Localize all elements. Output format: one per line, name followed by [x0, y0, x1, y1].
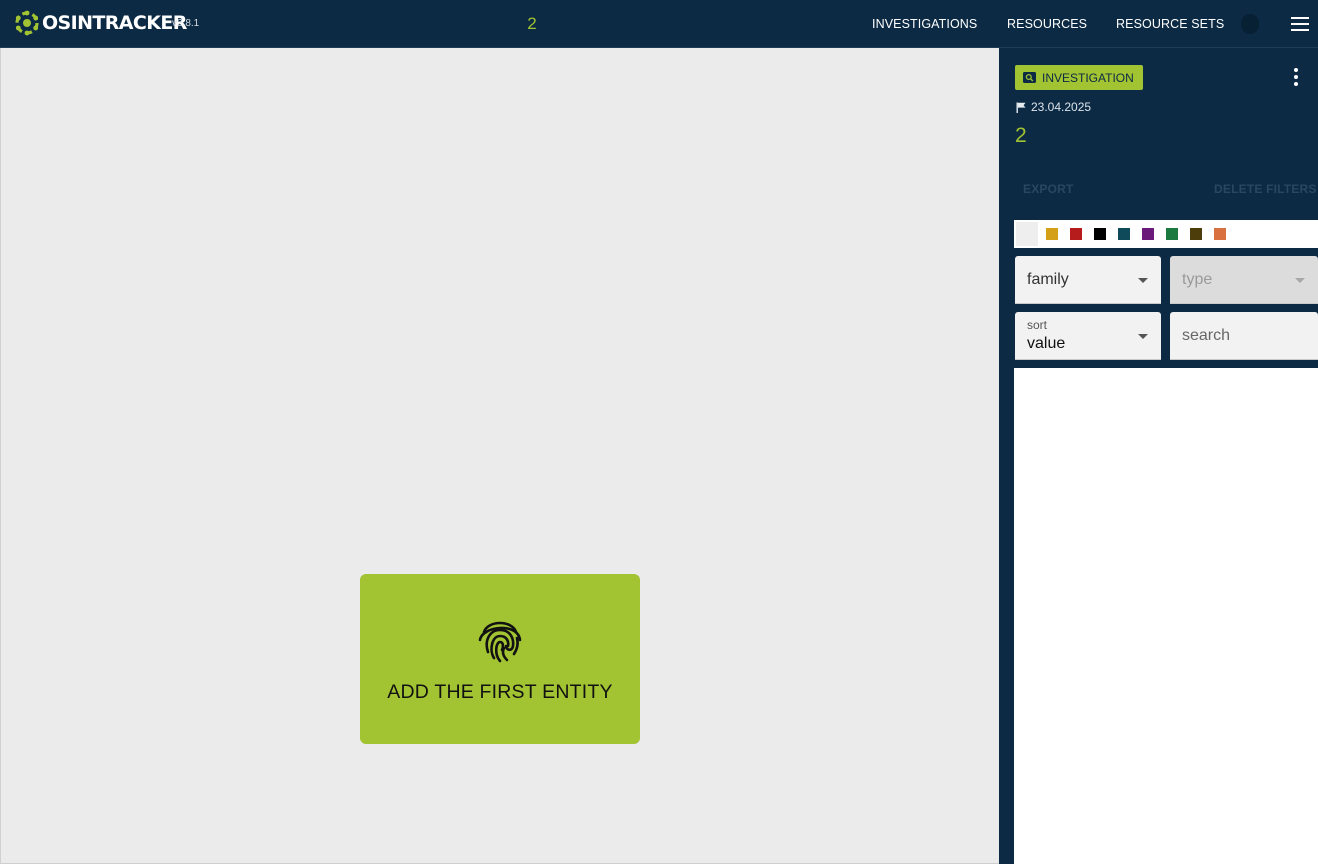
- graph-canvas[interactable]: ADD THE FIRST ENTITY: [0, 48, 999, 864]
- type-select: type: [1170, 256, 1318, 304]
- app-name: OSINTRACKER: [42, 12, 187, 34]
- flag-icon: [1016, 102, 1026, 113]
- nav-resources[interactable]: RESOURCES: [1007, 17, 1087, 31]
- nav-investigations[interactable]: INVESTIGATIONS: [872, 17, 977, 31]
- investigation-panel: INVESTIGATION 23.04.2025 2 EXPORT DELETE…: [999, 48, 1318, 864]
- family-select-placeholder: family: [1027, 271, 1069, 288]
- color-filter-bar: [1014, 220, 1318, 248]
- type-select-placeholder: type: [1182, 271, 1213, 288]
- export-button[interactable]: EXPORT: [1023, 182, 1074, 196]
- color-filter-swatch[interactable]: [1214, 228, 1226, 240]
- add-first-entity-label: ADD THE FIRST ENTITY: [387, 681, 613, 703]
- more-options-icon[interactable]: [1292, 68, 1300, 86]
- sort-select-value: value: [1027, 335, 1066, 352]
- delete-filters-button[interactable]: DELETE FILTERS: [1214, 182, 1317, 196]
- family-select[interactable]: family: [1015, 256, 1161, 304]
- sort-select-label: sort: [1027, 318, 1048, 332]
- color-filter-swatch[interactable]: [1166, 228, 1178, 240]
- chevron-down-icon: [1138, 278, 1148, 283]
- search-input-placeholder: search: [1182, 327, 1231, 344]
- magnify-icon: [1023, 72, 1036, 83]
- color-filter-swatch[interactable]: [1142, 228, 1154, 240]
- app-version: v2.8.1: [172, 18, 200, 29]
- current-investigation-title: 2: [527, 14, 537, 33]
- chevron-down-icon: [1138, 334, 1148, 339]
- investigation-date: 23.04.2025: [1016, 100, 1091, 114]
- add-first-entity-button[interactable]: ADD THE FIRST ENTITY: [360, 574, 640, 744]
- color-filter-swatch[interactable]: [1016, 222, 1038, 246]
- investigation-name: 2: [1015, 124, 1027, 147]
- investigation-badge-label: INVESTIGATION: [1042, 70, 1134, 85]
- color-filter-swatch[interactable]: [1094, 228, 1106, 240]
- logo-icon: [15, 10, 39, 36]
- color-filter-swatch[interactable]: [1070, 228, 1082, 240]
- user-avatar[interactable]: [1241, 14, 1259, 34]
- entity-list[interactable]: [1014, 368, 1318, 864]
- nav-resource-sets[interactable]: RESOURCE SETS: [1116, 17, 1224, 31]
- app-logo[interactable]: OSINTRACKER: [14, 10, 187, 36]
- chevron-down-icon: [1295, 278, 1305, 283]
- search-input[interactable]: search: [1170, 312, 1318, 360]
- investigation-date-text: 23.04.2025: [1031, 100, 1092, 114]
- top-bar: OSINTRACKER v2.8.1 2 INVESTIGATIONS RESO…: [0, 0, 1318, 48]
- investigation-badge: INVESTIGATION: [1015, 65, 1143, 90]
- color-filter-swatch[interactable]: [1046, 228, 1058, 240]
- fingerprint-icon: [478, 621, 522, 663]
- color-filter-swatch[interactable]: [1118, 228, 1130, 240]
- color-filter-swatch[interactable]: [1190, 228, 1202, 240]
- sort-select[interactable]: sort value: [1015, 312, 1161, 360]
- hamburger-menu-icon[interactable]: [1290, 16, 1310, 32]
